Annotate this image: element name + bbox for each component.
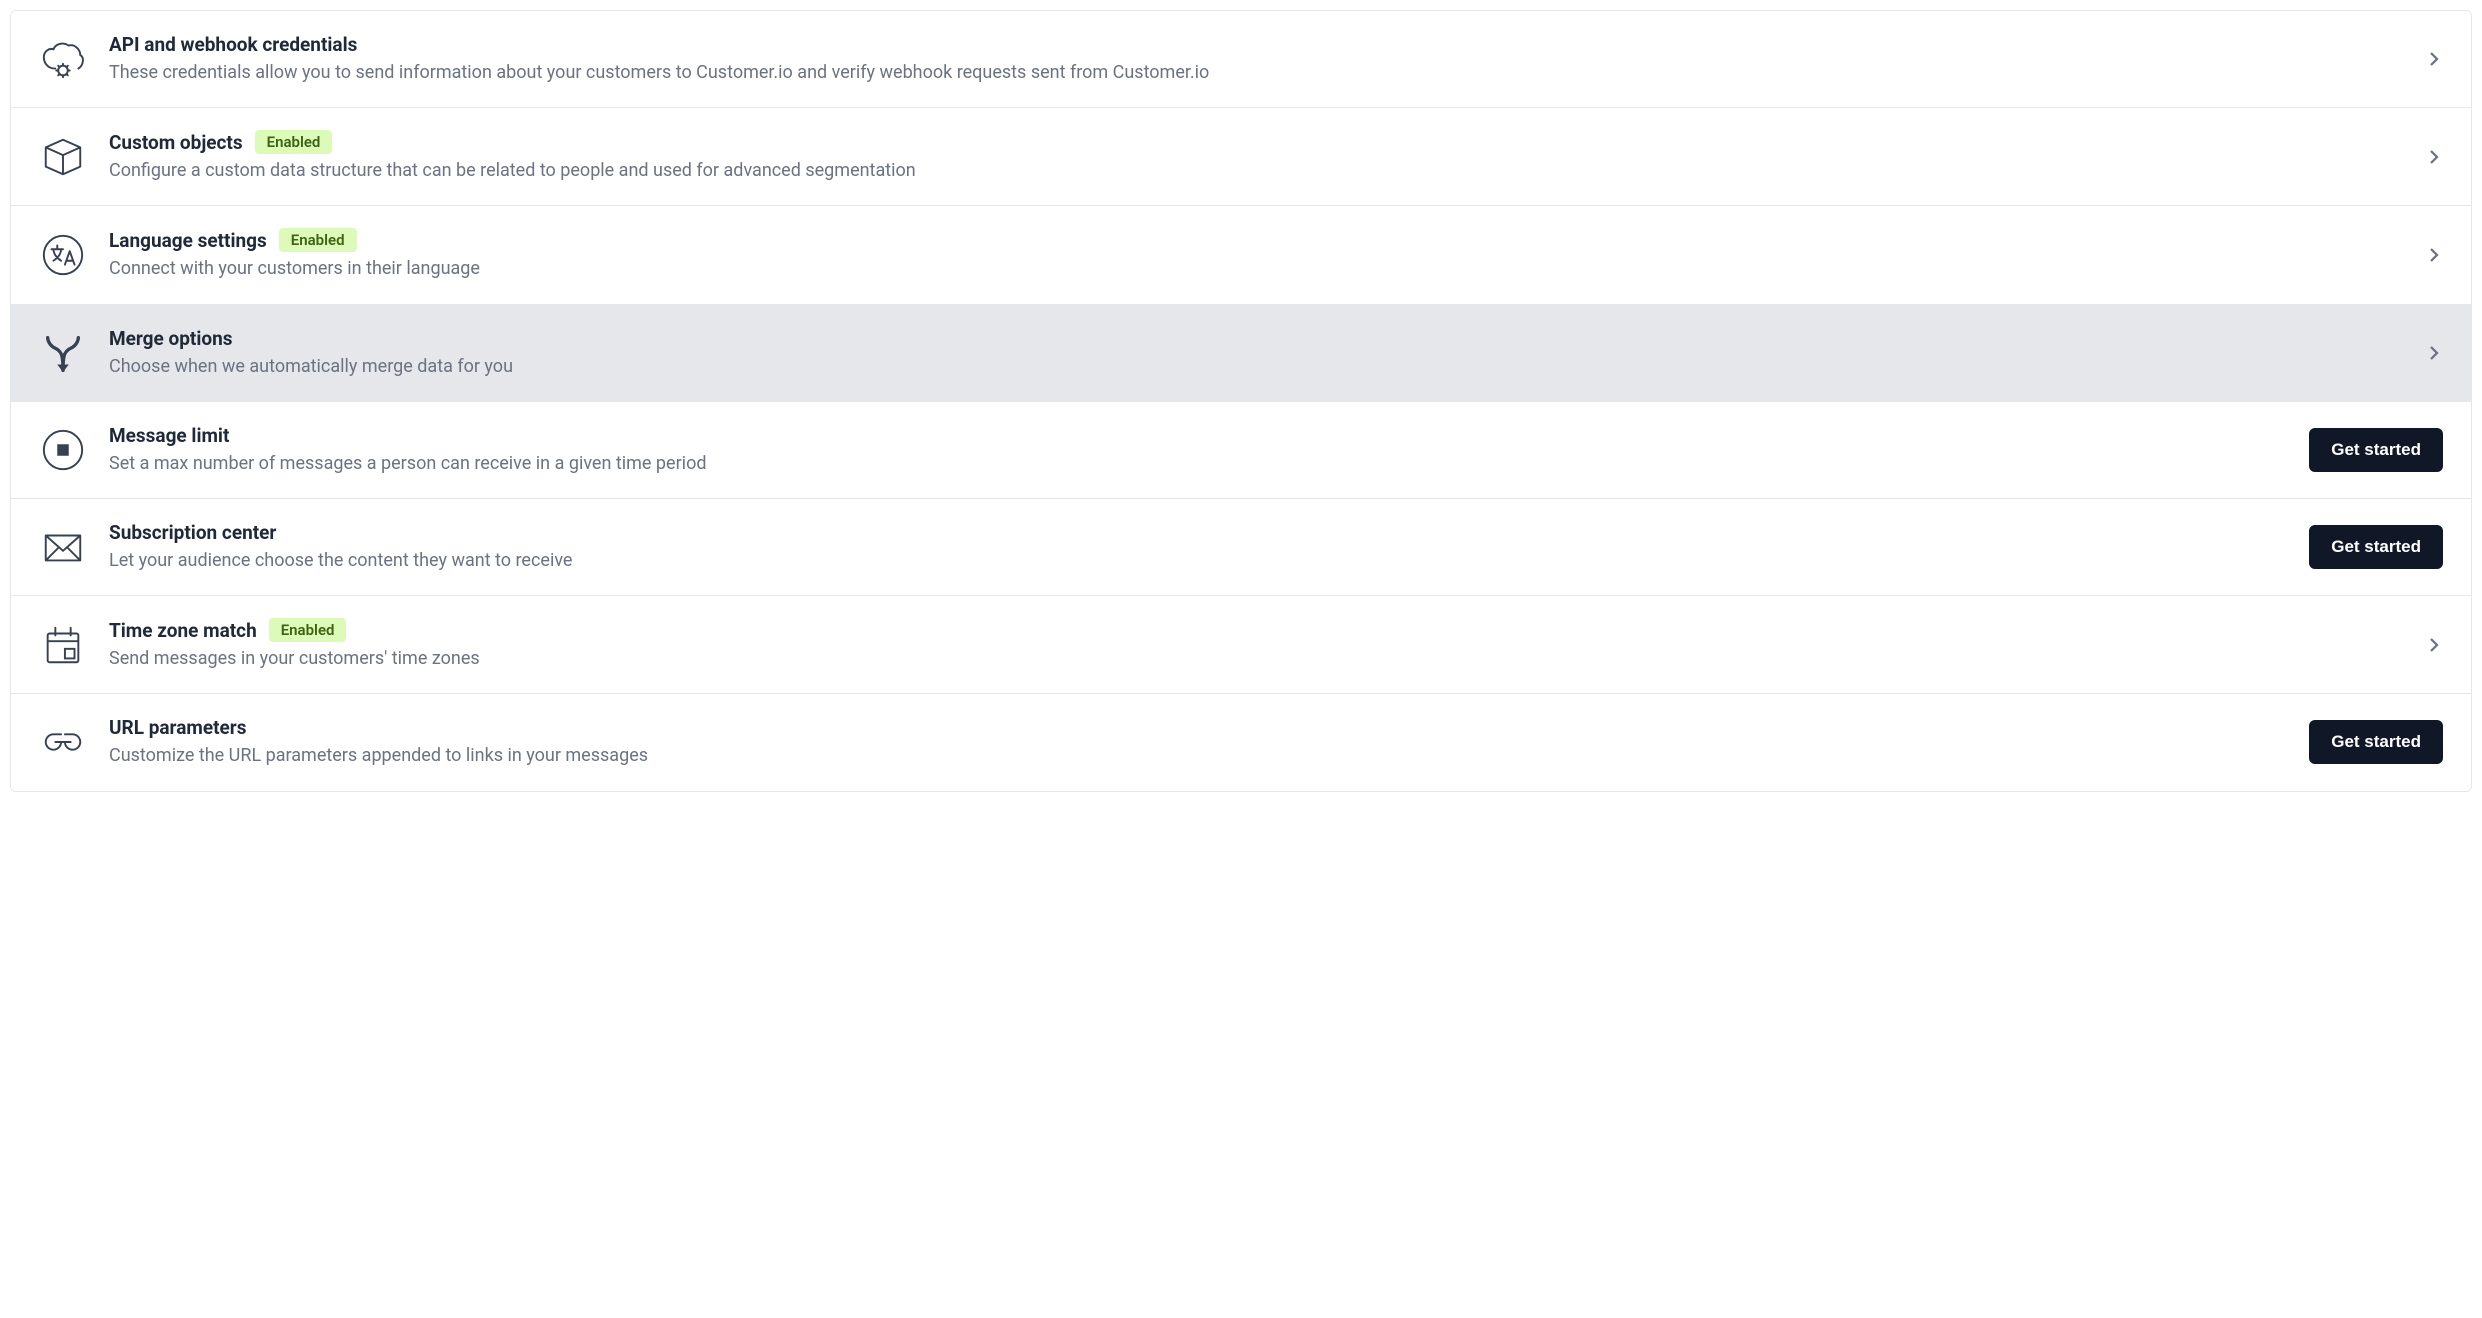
row-title: Time zone match (109, 619, 257, 642)
row-url-parameters[interactable]: URL parameters Customize the URL paramet… (11, 694, 2471, 790)
row-body: Message limit Set a max number of messag… (109, 424, 2289, 476)
row-title: Merge options (109, 327, 233, 350)
get-started-button[interactable]: Get started (2309, 428, 2443, 472)
row-merge-options[interactable]: Merge options Choose when we automatical… (11, 305, 2471, 402)
calendar-icon (39, 621, 87, 669)
get-started-button[interactable]: Get started (2309, 525, 2443, 569)
row-title: API and webhook credentials (109, 33, 357, 56)
row-desc: Configure a custom data structure that c… (109, 158, 2405, 183)
row-title: Message limit (109, 424, 229, 447)
row-api-webhook-credentials[interactable]: API and webhook credentials These creden… (11, 11, 2471, 108)
row-desc: These credentials allow you to send info… (109, 60, 2405, 85)
envelope-icon (39, 523, 87, 571)
row-time-zone-match[interactable]: Time zone match Enabled Send messages in… (11, 596, 2471, 694)
row-subscription-center[interactable]: Subscription center Let your audience ch… (11, 499, 2471, 596)
link-icon (39, 718, 87, 766)
row-title: URL parameters (109, 716, 247, 739)
settings-list: API and webhook credentials These creden… (10, 10, 2472, 792)
chevron-right-icon (2425, 148, 2443, 166)
chevron-right-icon (2425, 50, 2443, 68)
row-title: Language settings (109, 229, 267, 252)
enabled-badge: Enabled (269, 618, 347, 642)
merge-icon (39, 329, 87, 377)
row-body: Merge options Choose when we automatical… (109, 327, 2405, 379)
row-body: Subscription center Let your audience ch… (109, 521, 2289, 573)
row-desc: Send messages in your customers' time zo… (109, 646, 2405, 671)
stop-icon (39, 426, 87, 474)
enabled-badge: Enabled (255, 130, 333, 154)
cube-icon (39, 133, 87, 181)
get-started-button[interactable]: Get started (2309, 720, 2443, 764)
language-icon (39, 231, 87, 279)
row-desc: Set a max number of messages a person ca… (109, 451, 2289, 476)
row-body: Time zone match Enabled Send messages in… (109, 618, 2405, 671)
row-language-settings[interactable]: Language settings Enabled Connect with y… (11, 206, 2471, 304)
enabled-badge: Enabled (279, 228, 357, 252)
chevron-right-icon (2425, 636, 2443, 654)
row-body: Language settings Enabled Connect with y… (109, 228, 2405, 281)
chevron-right-icon (2425, 246, 2443, 264)
row-body: Custom objects Enabled Configure a custo… (109, 130, 2405, 183)
row-title: Custom objects (109, 131, 243, 154)
row-body: API and webhook credentials These creden… (109, 33, 2405, 85)
row-desc: Connect with your customers in their lan… (109, 256, 2405, 281)
row-desc: Customize the URL parameters appended to… (109, 743, 2289, 768)
row-body: URL parameters Customize the URL paramet… (109, 716, 2289, 768)
row-custom-objects[interactable]: Custom objects Enabled Configure a custo… (11, 108, 2471, 206)
row-desc: Let your audience choose the content the… (109, 548, 2289, 573)
row-desc: Choose when we automatically merge data … (109, 354, 2405, 379)
row-title: Subscription center (109, 521, 276, 544)
cloud-gear-icon (39, 35, 87, 83)
chevron-right-icon (2425, 344, 2443, 362)
row-message-limit[interactable]: Message limit Set a max number of messag… (11, 402, 2471, 499)
